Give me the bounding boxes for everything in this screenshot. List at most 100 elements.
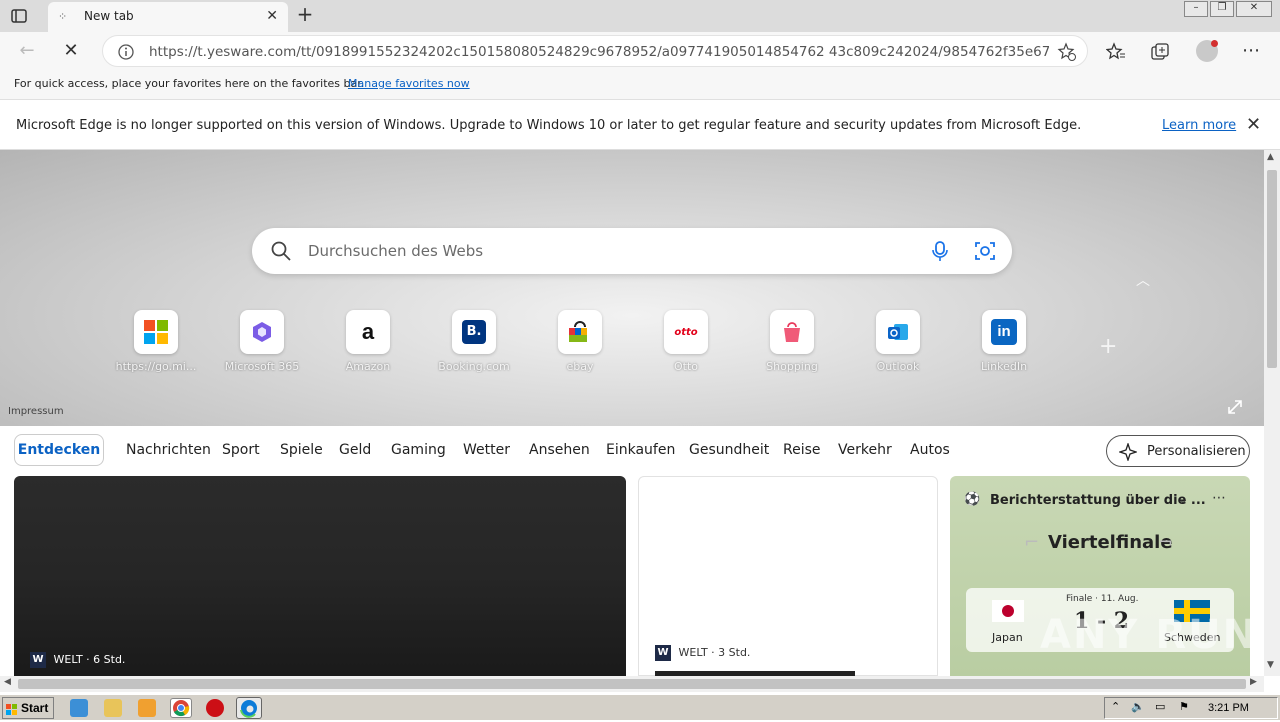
tab-spiele[interactable]: Spiele (280, 442, 323, 458)
microphone-icon[interactable] (930, 240, 950, 262)
tab-wetter[interactable]: Wetter (463, 442, 510, 458)
tab-sport[interactable]: Sport (222, 442, 260, 458)
tab-einkaufen[interactable]: Einkaufen (606, 442, 675, 458)
microsoft-icon (134, 310, 178, 354)
horizontal-scrollbar[interactable]: ◀ ▶ (0, 676, 1264, 692)
quick-link-tile[interactable]: a Amazon (323, 310, 413, 380)
bracket-right-icon: ¬ (1158, 532, 1174, 553)
volume-icon[interactable]: 🔈 (1131, 700, 1145, 713)
quick-link-tile[interactable]: https://go.mi... (111, 310, 201, 380)
visual-search-icon[interactable] (974, 240, 996, 262)
match-status: Finale · 11. Aug. (1066, 594, 1139, 604)
web-search-box[interactable]: Durchsuchen des Webs (252, 228, 1012, 274)
tab-actions-icon (11, 9, 27, 23)
hscroll-thumb[interactable] (18, 679, 1246, 689)
tab-nachrichten[interactable]: Nachrichten (126, 442, 211, 458)
tab-reise[interactable]: Reise (783, 442, 821, 458)
quick-link-tile[interactable]: Shopping (747, 310, 837, 380)
minimize-button[interactable]: – (1184, 1, 1208, 17)
quick-link-tile[interactable]: ebay (535, 310, 625, 380)
navigation-bar: ← ✕ https://t.yesware.com/tt/09189915523… (0, 32, 1280, 70)
scroll-right-icon[interactable]: ▶ (1250, 677, 1257, 687)
collections-icon[interactable] (1150, 42, 1170, 62)
tab-gaming[interactable]: Gaming (391, 442, 446, 458)
window-close-button[interactable]: ✕ (1236, 1, 1272, 17)
profile-avatar[interactable] (1196, 40, 1218, 62)
tab-entdecken[interactable]: Entdecken (14, 434, 104, 466)
tray-expand-icon[interactable]: ⌃ (1111, 700, 1120, 713)
personalize-button[interactable]: Personalisieren (1106, 435, 1250, 467)
favorites-bar-message: For quick access, place your favorites h… (14, 77, 365, 90)
start-button[interactable]: Start (2, 697, 54, 719)
scroll-down-icon[interactable]: ▼ (1267, 660, 1274, 670)
tab-verkehr[interactable]: Verkehr (838, 442, 892, 458)
start-label: Start (21, 701, 49, 715)
address-bar[interactable]: https://t.yesware.com/tt/091899155232420… (102, 35, 1088, 67)
tab-title: New tab (84, 9, 134, 23)
outlook-icon (876, 310, 920, 354)
booking-icon: B. (452, 310, 496, 354)
quick-link-tile[interactable]: in LinkedIn (959, 310, 1049, 380)
tab-new-tab[interactable]: ⁘ New tab ✕ (48, 2, 288, 32)
ebay-icon (558, 310, 602, 354)
quick-link-tile[interactable]: Outlook (853, 310, 943, 380)
chevron-down-icon[interactable]: ⌄ (1178, 492, 1188, 506)
settings-more-button[interactable]: ⋯ (1238, 38, 1264, 64)
impressum-link[interactable]: Impressum (8, 406, 64, 417)
windows-logo-icon (6, 702, 18, 715)
news-card[interactable]: W WELT · 3 Std. (638, 476, 938, 679)
profile-alert-badge (1211, 40, 1218, 47)
otto-icon: otto (664, 310, 708, 354)
chrome-icon[interactable] (170, 698, 192, 718)
more-options-icon[interactable]: ⋯ (1212, 490, 1226, 506)
team1-name: Japan (992, 631, 1023, 644)
tab-ansehen[interactable]: Ansehen (529, 442, 590, 458)
manage-favorites-link[interactable]: Manage favorites now (348, 77, 470, 90)
feed-navigation: Entdecken Nachrichten Sport Spiele Geld … (0, 426, 1264, 476)
network-icon[interactable]: ▭ (1155, 700, 1165, 713)
scroll-up-icon[interactable]: ▲ (1267, 152, 1274, 162)
add-favorite-icon[interactable] (1057, 42, 1077, 62)
opera-icon[interactable] (206, 699, 224, 717)
quick-link-tile[interactable]: B. Booking.com (429, 310, 519, 380)
tab-actions-button[interactable] (8, 6, 30, 26)
quick-link-tile[interactable]: otto Otto (641, 310, 731, 380)
bracket-left-icon: ⌐ (1024, 532, 1040, 553)
tile-label: Booking.com (438, 360, 510, 373)
infobar-message: Microsoft Edge is no longer supported on… (16, 118, 1082, 133)
tab-gesundheit[interactable]: Gesundheit (689, 442, 769, 458)
taskbar-clock[interactable]: 3:21 PM (1208, 702, 1249, 714)
card-source: W WELT · 6 Std. (30, 652, 125, 668)
tab-autos[interactable]: Autos (910, 442, 950, 458)
widget-title: Berichterstattung über die ... (990, 493, 1206, 508)
tile-label: Amazon (345, 360, 391, 373)
linkedin-icon: in (982, 310, 1026, 354)
tab-geld[interactable]: Geld (339, 442, 371, 458)
add-quick-link-button[interactable]: + (1099, 334, 1117, 359)
flag-icon[interactable]: ⚑ (1179, 700, 1189, 713)
expand-icon[interactable] (1226, 398, 1244, 416)
tile-label: https://go.mi... (115, 360, 197, 373)
maximize-button[interactable]: ❐ (1210, 1, 1234, 17)
explorer-folder-icon[interactable] (104, 699, 122, 717)
media-player-icon[interactable] (138, 699, 156, 717)
site-info-icon[interactable] (117, 43, 135, 61)
tab-close-icon[interactable]: ✕ (266, 8, 278, 24)
edge-icon[interactable] (236, 697, 262, 719)
scroll-thumb[interactable] (1267, 170, 1277, 368)
new-tab-button[interactable]: + (294, 4, 316, 26)
infobar-close-icon[interactable]: ✕ (1246, 114, 1261, 135)
scroll-left-icon[interactable]: ◀ (4, 677, 11, 687)
vertical-scrollbar[interactable]: ▲ ▼ (1264, 150, 1280, 676)
quick-link-tile[interactable]: Microsoft 365 (217, 310, 307, 380)
stop-loading-button[interactable]: ✕ (58, 38, 84, 64)
favorites-icon[interactable] (1106, 42, 1126, 62)
learn-more-link[interactable]: Learn more (1162, 118, 1236, 133)
round-label: Viertelfinale (1048, 532, 1173, 553)
ie-icon[interactable] (70, 699, 88, 717)
news-card-large[interactable]: W WELT · 6 Std. (14, 476, 626, 676)
back-button[interactable]: ← (14, 38, 40, 64)
japan-flag-icon (992, 600, 1024, 622)
url-text[interactable]: https://t.yesware.com/tt/091899155232420… (149, 44, 1049, 60)
collapse-chevron-icon[interactable]: ︿ (1136, 270, 1150, 290)
